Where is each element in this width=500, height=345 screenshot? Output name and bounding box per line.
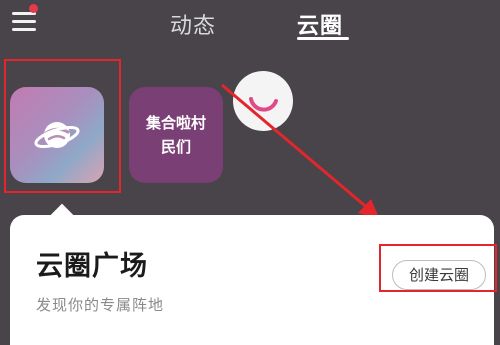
card-title: 云圈广场 bbox=[36, 251, 148, 282]
card-subtitle: 发现你的专属阵地 bbox=[36, 296, 165, 314]
annotation-box-create bbox=[379, 244, 497, 292]
